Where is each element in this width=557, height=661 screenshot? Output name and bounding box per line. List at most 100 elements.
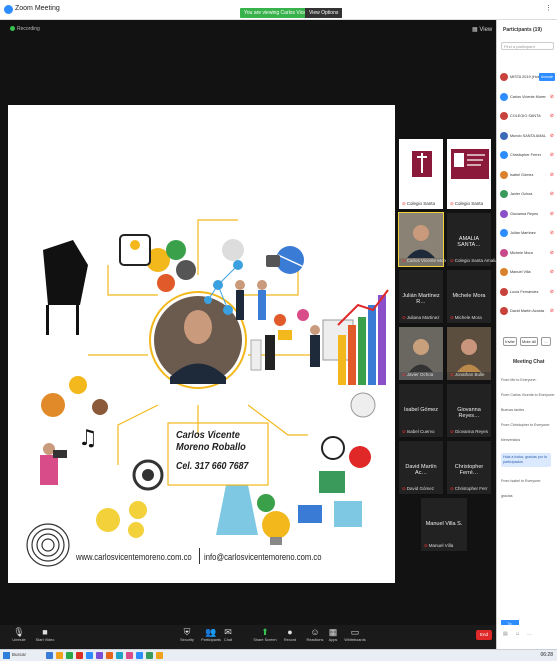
tile-name: ⊘Colegio Santa Amalia <box>450 258 498 263</box>
participant-tile[interactable]: AMALIA SANTA… ⊘Colegio Santa Amalia <box>446 212 498 267</box>
whiteboards-button[interactable]: ▭ Whiteboards <box>340 627 370 643</box>
taskbar-search[interactable]: Buscar <box>12 652 26 657</box>
taskbar-app-icon[interactable] <box>56 652 63 659</box>
name-line-2: Moreno Roballo <box>176 441 246 453</box>
meeting-toolbar: 🎙 Unmute ■ Start Video ⛨ Security 👥 Participant… <box>0 625 496 649</box>
more-icon[interactable]: … <box>527 631 532 637</box>
tile-display-name: Julián Martínez R… <box>402 293 440 306</box>
participant-row[interactable]: Manuel Villa ⊘ <box>500 267 556 278</box>
participant-tile[interactable]: Manuel Villa S. ⊘Manuel Villa <box>420 497 468 552</box>
avatar <box>500 112 508 120</box>
taskbar-app-icon[interactable] <box>96 652 103 659</box>
participant-tile[interactable]: Julián Martínez R… ⊘Juliana Martinez <box>398 269 444 324</box>
participant-tile[interactable]: Giovanna Reyes… ⊘Giovanna Reyes <box>446 383 492 438</box>
participant-tile[interactable]: Michele Mora ⊘Michele Mora <box>446 269 492 324</box>
participant-search-input[interactable]: Find a participant <box>501 42 554 50</box>
participant-row[interactable]: Giovanna Reyes ⊘ <box>500 209 556 220</box>
participant-name: Mundo SANTA AMALIA <box>510 133 546 138</box>
presenter-name: Carlos Vicente Moreno Roballo <box>176 429 246 453</box>
panel-footer: ▤ ☺ … <box>496 625 557 649</box>
recording-indicator: Recording <box>10 26 40 32</box>
taskbar-app-icon[interactable] <box>106 652 113 659</box>
side-panel: Participants (19) Find a participant MIS… <box>496 20 557 635</box>
invite-button[interactable]: Invite <box>503 337 517 346</box>
zoom-window: Zoom Meeting You are viewing Carlos Vice… <box>0 0 557 661</box>
unmute-button[interactable]: Unmute <box>538 73 555 81</box>
participant-row[interactable]: Lucía Fernández ⊘ <box>500 287 556 298</box>
participant-row[interactable]: Julián Martínez ⊘ <box>500 228 556 239</box>
mute-all-button[interactable]: Mute All <box>520 337 538 346</box>
avatar <box>500 287 508 296</box>
participant-row[interactable]: Mundo SANTA AMALIA ⊘ <box>500 131 556 142</box>
toolbar-label: Whiteboards <box>344 638 366 642</box>
chat-title: Meeting Chat <box>513 359 545 365</box>
participant-row[interactable]: Isabel Gómez ⊘ <box>500 170 556 181</box>
tile-display-name: David Martín Ac… <box>405 464 437 477</box>
avatar <box>500 151 508 159</box>
participant-row[interactable]: COLEGIO SANTA ⊘ <box>500 111 556 122</box>
muted-mic-icon: ⊘ <box>549 210 554 217</box>
participant-row[interactable]: Michele Mora ⊘ <box>500 248 556 259</box>
tile-name: ⊘Isabel Cuervo <box>402 429 435 434</box>
school-crest-icon <box>412 151 432 177</box>
os-taskbar: Buscar 06:28 <box>0 649 557 661</box>
chat-message: bienvenidos <box>501 438 521 442</box>
participant-video <box>399 327 443 372</box>
toolbar-label: Chat <box>223 638 233 642</box>
taskbar-app-icon[interactable] <box>146 652 153 659</box>
muted-mic-icon: ⊘ <box>549 269 554 275</box>
participant-tile[interactable]: Christopher Ferré… ⊘Christopher Ferr <box>446 440 492 495</box>
participant-tile[interactable]: ⊘Jonathan Bulle <box>446 326 492 381</box>
chat-message: From Carlos Vicente to Everyone: <box>501 393 555 397</box>
participant-name: Carlos Vicente Moreno <box>510 94 546 99</box>
tile-name: ⊘Carlos Vicente Moreno <box>402 258 453 263</box>
taskbar-app-icon[interactable] <box>66 652 73 659</box>
avatar <box>500 170 508 179</box>
participant-name: David Martín Acosta <box>510 309 544 313</box>
chat-message: gracias <box>501 494 513 498</box>
school-banner-icon <box>451 149 489 179</box>
taskbar-app-icon[interactable] <box>46 652 53 659</box>
muted-mic-icon: ⊘ <box>549 171 554 178</box>
chat-message: From Isabel to Everyone: <box>501 479 542 483</box>
participant-row[interactable]: MISTA 2019 (Host, me) Unmute <box>500 72 556 83</box>
chat-button[interactable]: ✉ Chat <box>213 627 243 643</box>
email-text: info@carlosvicentemoreno.com.co <box>204 552 322 562</box>
more-icon[interactable]: ⋮ <box>545 4 552 12</box>
file-icon[interactable]: ▤ <box>503 631 508 637</box>
participant-row[interactable]: Javier Ochoa ⊘ <box>500 189 556 200</box>
start-video-button[interactable]: ■ Start Video <box>30 627 60 643</box>
window-title: Zoom Meeting <box>15 5 60 12</box>
avatar <box>500 229 508 237</box>
tile-name: ⊘David Gómez <box>402 486 435 491</box>
participant-tile-active-speaker[interactable]: ⊘Carlos Vicente Moreno <box>398 212 452 267</box>
tile-name: ⊘Colegio Santa <box>402 201 436 206</box>
view-options-button[interactable]: View Options <box>305 8 343 18</box>
taskbar-app-icon[interactable] <box>116 652 123 659</box>
participant-video <box>447 327 491 372</box>
more-options-button[interactable]: ... <box>541 337 551 346</box>
participant-name: Javier Ochoa <box>510 192 533 196</box>
shared-screen-slide: ♫ Carlos Vicente Moreno Roballo Cel. 317… <box>8 105 395 583</box>
participant-row[interactable]: Carlos Vicente Moreno ⊘ <box>500 92 556 103</box>
participant-name: Christopher Ferrer <box>510 153 542 157</box>
svg-text:♫: ♫ <box>78 426 98 451</box>
view-toggle[interactable]: ▦ View <box>472 26 492 33</box>
participant-name: Giovanna Reyes <box>510 211 539 216</box>
participant-row[interactable]: David Martín Acosta ⊘ <box>500 306 556 317</box>
taskbar-app-icon[interactable] <box>86 652 93 659</box>
taskbar-app-icon[interactable] <box>126 652 133 659</box>
participant-tile[interactable]: ⊘Colegio Santa <box>446 138 492 210</box>
participant-tile[interactable]: ⊘Javier Ochoa <box>398 326 444 381</box>
taskbar-app-icon[interactable] <box>136 652 143 659</box>
participant-tile[interactable]: David Martín Ac… ⊘David Gómez <box>398 440 444 495</box>
muted-mic-icon: ⊘ <box>549 230 554 236</box>
windows-start-icon[interactable] <box>3 652 10 659</box>
participant-tile[interactable]: ⊘Colegio Santa <box>398 138 444 210</box>
participant-row[interactable]: Christopher Ferrer ⊘ <box>500 150 556 161</box>
taskbar-app-icon[interactable] <box>76 652 83 659</box>
taskbar-app-icon[interactable] <box>156 652 163 659</box>
participant-tile[interactable]: Isabel Gómez ⊘Isabel Cuervo <box>398 383 444 438</box>
end-meeting-button[interactable]: End <box>476 630 492 640</box>
emoji-icon[interactable]: ☺ <box>515 631 520 637</box>
